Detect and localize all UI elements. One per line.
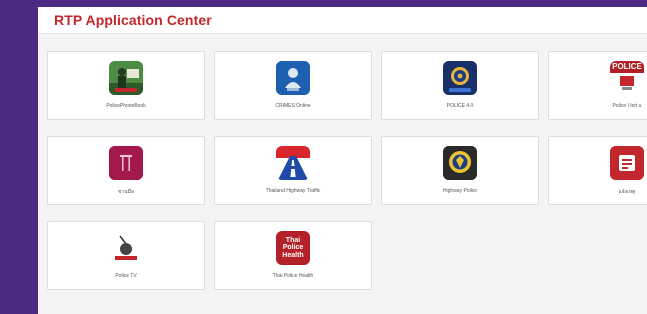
app-label: PolicePhoneBook bbox=[106, 103, 146, 109]
app-card-thailand-highway-traffic[interactable]: Thailand Highway Traffic bbox=[214, 136, 372, 205]
app-card-report[interactable]: แจ้งเหตุ bbox=[548, 136, 647, 205]
crimes-icon bbox=[276, 61, 310, 95]
thai-police-health-icon-line-2: Police bbox=[282, 244, 304, 252]
app-label: Police TV bbox=[115, 273, 137, 279]
thai-police-health-icon: Thai Police Health bbox=[276, 231, 310, 265]
app-label: Thai Police Health bbox=[272, 273, 314, 279]
app-card-police-tv[interactable]: Police TV bbox=[47, 221, 205, 290]
thai-police-health-icon-line-1: Thai bbox=[285, 236, 301, 244]
app-card-crimes-online[interactable]: CRIMES Online bbox=[214, 51, 372, 120]
report-icon bbox=[610, 146, 644, 180]
app-card-police-ilertu[interactable]: POLICE Police I lert u bbox=[548, 51, 647, 120]
red-door-icon bbox=[109, 146, 143, 180]
app-label: Thailand Highway Traffic bbox=[265, 188, 321, 194]
app-card-thai-police-health[interactable]: Thai Police Health Thai Police Health bbox=[214, 221, 372, 290]
app-label: ชานมือ bbox=[118, 189, 134, 195]
highway-police-icon bbox=[443, 146, 477, 180]
phonebook-icon bbox=[109, 61, 143, 95]
app-card-red-door[interactable]: ชานมือ bbox=[47, 136, 205, 205]
app-label: แจ้งเหตุ bbox=[618, 189, 636, 195]
police-tv-icon bbox=[109, 231, 143, 265]
thai-police-health-icon-line-3: Health bbox=[282, 251, 304, 259]
header: RTP Application Center bbox=[38, 7, 647, 34]
app-card-highway-police[interactable]: Highway Police bbox=[381, 136, 539, 205]
police-ilertu-icon: POLICE bbox=[610, 61, 644, 95]
app-center-window: RTP Application Center PolicePhoneBook C… bbox=[38, 7, 647, 314]
app-label: Police I lert u bbox=[612, 103, 642, 109]
police-ilertu-icon-text: POLICE bbox=[610, 61, 644, 73]
app-label: Highway Police bbox=[442, 188, 478, 194]
app-label: CRIMES Online bbox=[275, 103, 311, 109]
app-card-police-40[interactable]: POLICE 4.0 bbox=[381, 51, 539, 120]
police40-icon bbox=[443, 61, 477, 95]
app-label: POLICE 4.0 bbox=[446, 103, 474, 109]
app-grid: PolicePhoneBook CRIMES Online POLICE 4.0… bbox=[47, 51, 647, 290]
highway-traffic-icon bbox=[276, 146, 310, 180]
page-title: RTP Application Center bbox=[54, 12, 212, 28]
app-card-police-phonebook[interactable]: PolicePhoneBook bbox=[47, 51, 205, 120]
